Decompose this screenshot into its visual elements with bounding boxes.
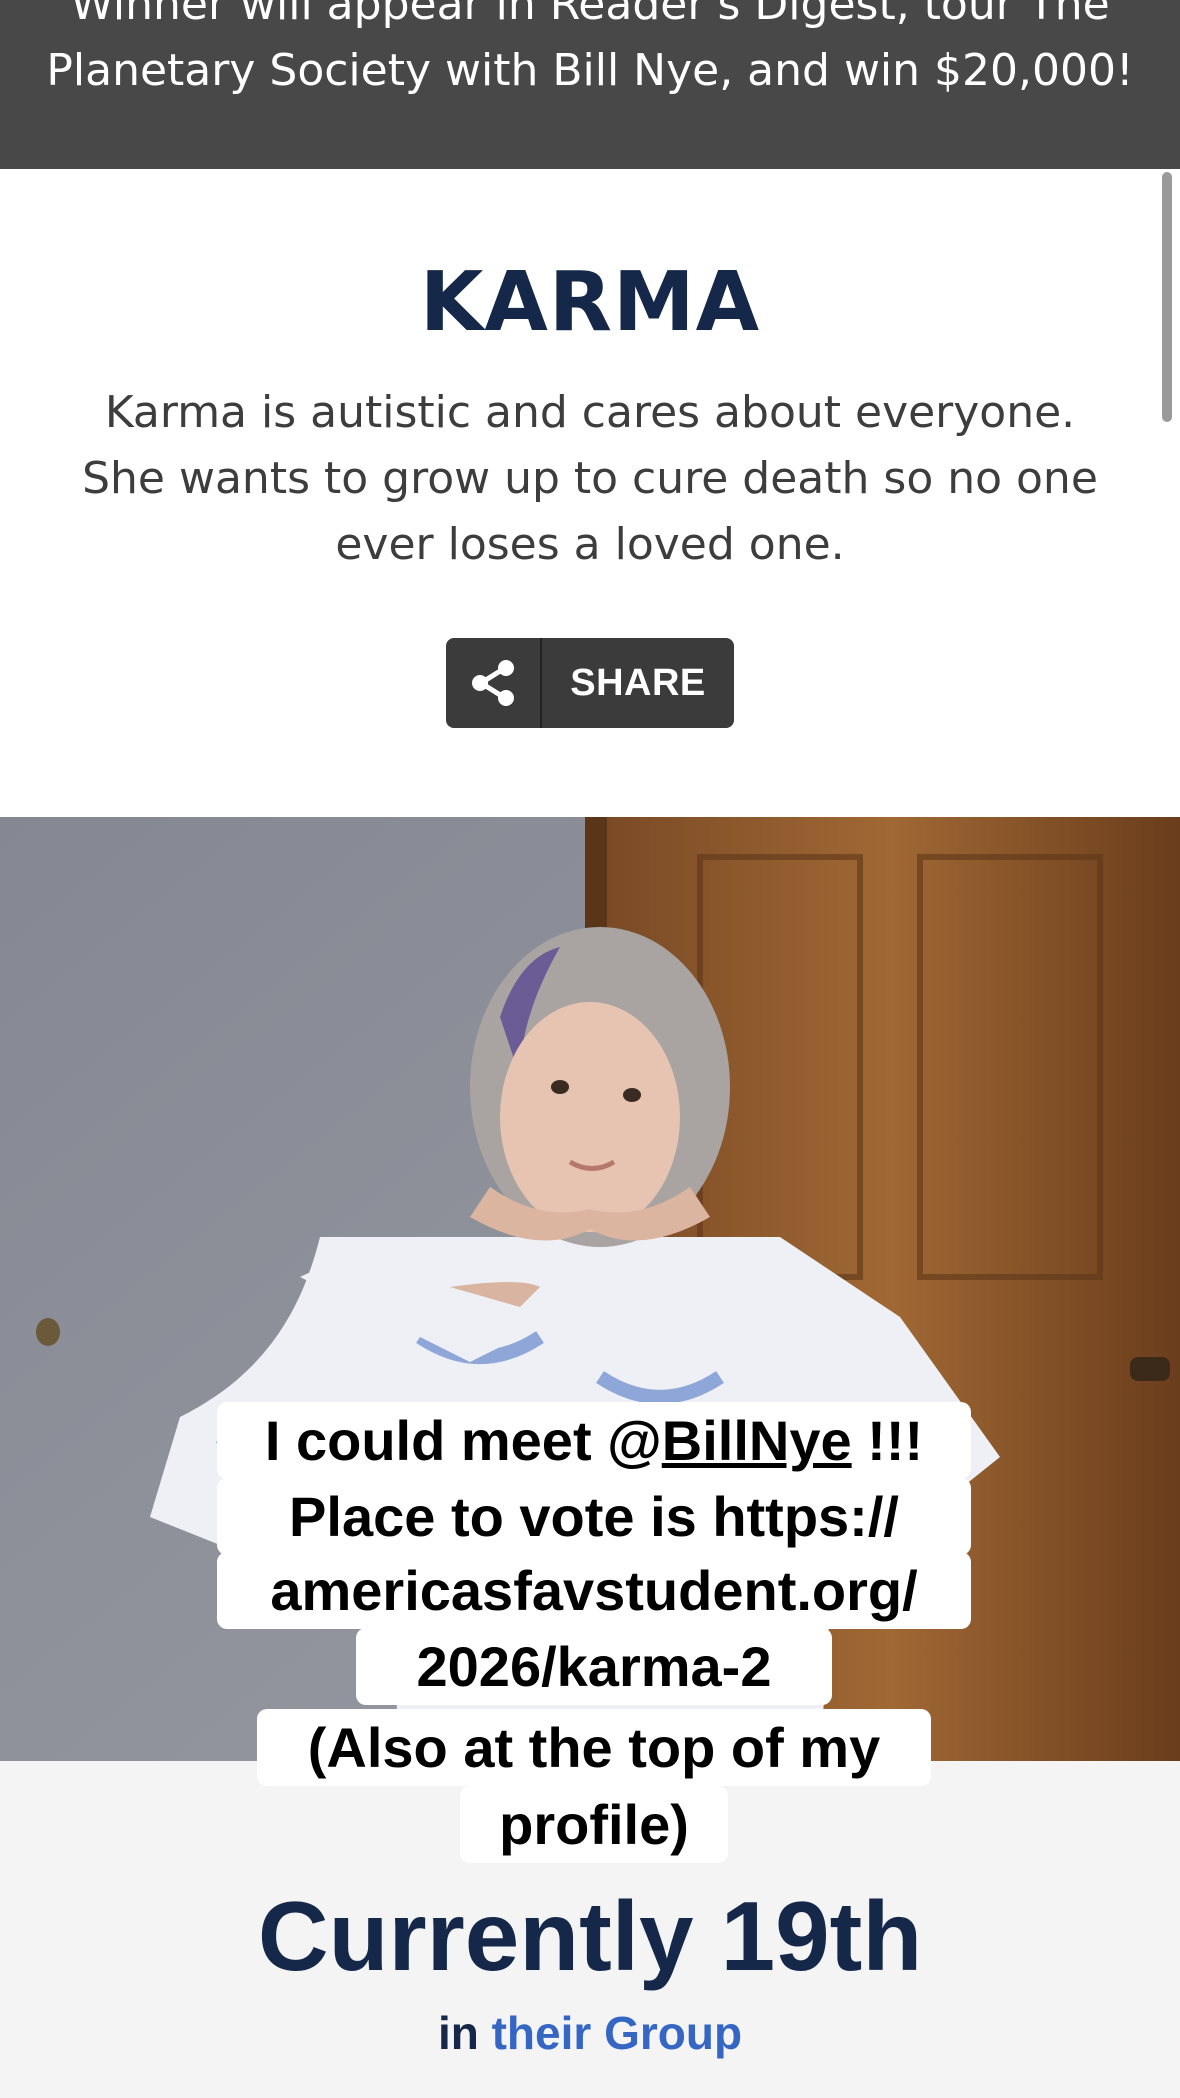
banner-line-2: Planetary Society with Bill Nye, and win… — [46, 45, 1134, 96]
current-rank: Currently 19th — [257, 1881, 923, 1991]
photo-caption-line-6: profile) — [460, 1786, 728, 1863]
share-label: SHARE — [570, 661, 706, 704]
contestant-name: KARMA — [419, 255, 761, 350]
photo-caption-line-1: I could meet @BillNye !!! — [217, 1402, 971, 1479]
photo-caption-line-2: Place to vote is https:// — [217, 1478, 971, 1555]
share-button[interactable]: SHARE — [446, 638, 734, 728]
group-prefix: in — [437, 2007, 479, 2059]
contestant-bio: Karma is autistic and cares about everyo… — [82, 387, 1098, 570]
share-icon — [446, 638, 542, 728]
banner-text: Winner will appear in Reader's Digest, t… — [0, 0, 1180, 104]
photo-caption-line-4: 2026/karma-2 — [356, 1628, 832, 1705]
billnye-mention-link[interactable]: BillNye — [662, 1409, 852, 1472]
group-link[interactable]: their Group — [492, 2007, 742, 2059]
photo-caption-line-3: americasfavstudent.org/ — [217, 1552, 971, 1629]
group-line: in their Group — [0, 2006, 1180, 2060]
promo-banner: Winner will appear in Reader's Digest, t… — [0, 0, 1180, 169]
photo-caption-line-5: (Also at the top of my — [257, 1709, 931, 1786]
banner-line-1: Winner will appear in Reader's Digest, t… — [70, 0, 1110, 30]
